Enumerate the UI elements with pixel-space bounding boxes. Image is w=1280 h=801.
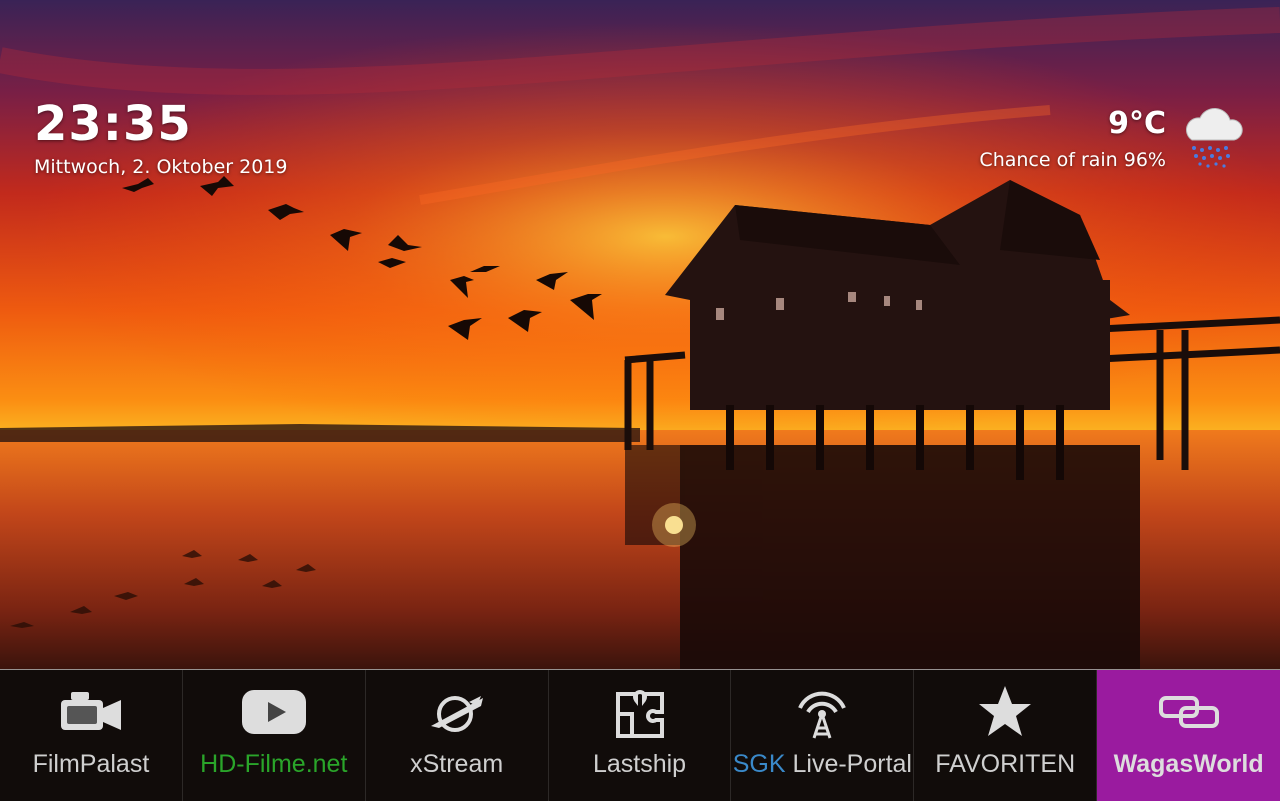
rain-cloud-icon: [1186, 108, 1243, 168]
menu-item-label: FilmPalast: [32, 750, 150, 778]
menu-item-label: Lastship: [592, 750, 687, 778]
menu-item-label: FAVORITEN: [935, 750, 1076, 778]
menu-item-xstream[interactable]: xStream: [366, 670, 549, 801]
clock-time: 23:35: [34, 96, 192, 152]
menu-item-label: xStream: [410, 750, 504, 778]
menu-item-label: Live-Portal: [792, 750, 912, 778]
broadcast-tower-icon: [798, 691, 847, 739]
menu-item-label: WagasWorld: [1113, 750, 1264, 778]
main-menu-bar: FilmPalast HD-Filme.net xStream Lastship…: [0, 669, 1280, 801]
puzzle-icon: [615, 690, 664, 738]
clock-date: Mittwoch, 2. Oktober 2019: [34, 156, 288, 178]
menu-item-sgk-live-portal[interactable]: SGK Live-Portal: [731, 670, 915, 801]
menu-item-filmpalast[interactable]: FilmPalast: [0, 670, 183, 801]
menu-item-favoriten[interactable]: FAVORITEN: [914, 670, 1098, 801]
play-button-icon: [241, 690, 306, 734]
menu-item-label: HD-Filme.net: [200, 750, 348, 778]
star-icon: [979, 686, 1032, 736]
link-icon: [1158, 696, 1219, 728]
planet-rocket-icon: [430, 696, 483, 732]
weather-temperature: 9°C: [1108, 106, 1166, 141]
menu-item-hd-filme[interactable]: HD-Filme.net: [183, 670, 366, 801]
menu-item-label-prefix: SGK: [732, 750, 786, 778]
menu-item-lastship[interactable]: Lastship: [549, 670, 732, 801]
weather-rain-chance: Chance of rain 96%: [979, 149, 1166, 171]
menu-item-wagasworld[interactable]: WagasWorld: [1097, 670, 1280, 801]
video-camera-icon: [60, 692, 121, 730]
